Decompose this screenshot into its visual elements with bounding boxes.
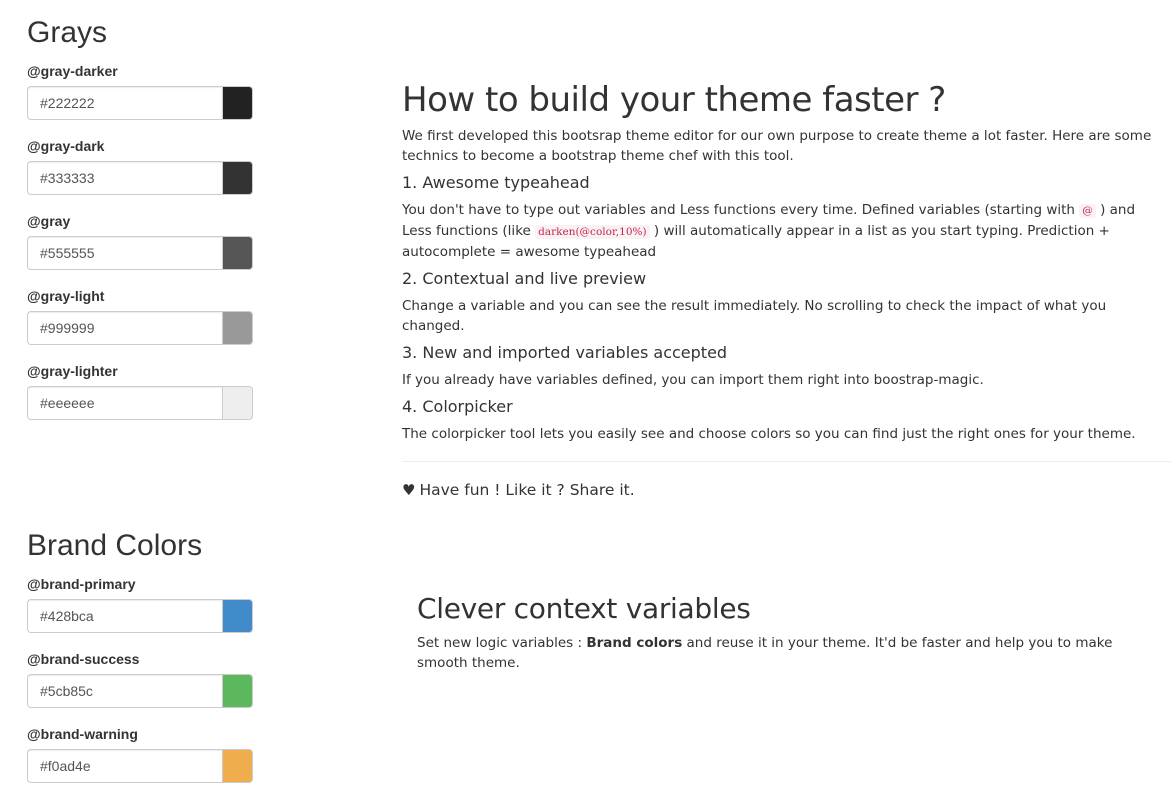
divider (402, 461, 1171, 462)
section-heading-colorpicker: 4. Colorpicker (402, 397, 513, 416)
color-swatch[interactable] (222, 311, 253, 345)
brand-colors-title: Brand Colors (27, 529, 203, 562)
var-label: @gray-darker (27, 63, 118, 79)
brand-success-input[interactable] (27, 674, 222, 708)
code-darken: darken(@color,10%) (535, 225, 650, 239)
howto-title: How to build your theme faster ? (402, 80, 946, 120)
section-text-import: If you already have variables defined, y… (402, 372, 984, 388)
section-text-preview: Change a variable and you can see the re… (402, 298, 1107, 334)
color-swatch[interactable] (222, 161, 253, 195)
brand-colors-strong: Brand colors (586, 635, 683, 651)
var-gray-light: @gray-light (27, 287, 253, 345)
var-label: @gray-lighter (27, 363, 118, 379)
have-fun-text: Have fun ! Like it ? Share it. (419, 481, 635, 499)
var-brand-warning: @brand-warning (27, 725, 253, 783)
gray-input[interactable] (27, 236, 222, 270)
howto-intro: We first developed this bootsrap theme e… (402, 128, 1152, 164)
text-fragment: You don't have to type out variables and… (402, 202, 1080, 218)
var-gray-lighter: @gray-lighter (27, 362, 253, 420)
var-gray-dark: @gray-dark (27, 137, 253, 195)
var-label: @gray-dark (27, 138, 105, 154)
var-gray-darker: @gray-darker (27, 62, 253, 120)
var-label: @brand-warning (27, 726, 138, 742)
grays-title: Grays (27, 16, 108, 49)
color-swatch[interactable] (222, 674, 253, 708)
color-swatch[interactable] (222, 749, 253, 783)
gray-lighter-input[interactable] (27, 386, 222, 420)
gray-dark-input[interactable] (27, 161, 222, 195)
color-swatch[interactable] (222, 236, 253, 270)
section-heading-typeahead: 1. Awesome typeahead (402, 173, 590, 192)
brand-warning-input[interactable] (27, 749, 222, 783)
color-swatch[interactable] (222, 86, 253, 120)
var-label: @gray-light (27, 288, 105, 304)
clever-title: Clever context variables (417, 592, 751, 625)
gray-darker-input[interactable] (27, 86, 222, 120)
text-fragment: Set new logic variables : (417, 635, 587, 651)
section-heading-import: 3. New and imported variables accepted (402, 343, 728, 362)
var-brand-success: @brand-success (27, 650, 253, 708)
gray-light-input[interactable] (27, 311, 222, 345)
have-fun-line: ♥ Have fun ! Like it ? Share it. (402, 481, 635, 499)
section-heading-preview: 2. Contextual and live preview (402, 269, 647, 288)
var-gray: @gray (27, 212, 253, 270)
brand-primary-input[interactable] (27, 599, 222, 633)
var-label: @brand-primary (27, 576, 136, 592)
color-swatch[interactable] (222, 599, 253, 633)
var-label: @brand-success (27, 651, 140, 667)
heart-icon: ♥ (402, 481, 416, 499)
color-swatch[interactable] (222, 386, 253, 420)
section-text-colorpicker: The colorpicker tool lets you easily see… (402, 426, 1136, 442)
code-at: @ (1079, 204, 1096, 218)
var-brand-primary: @brand-primary (27, 575, 253, 633)
clever-text: Set new logic variables : Brand colors a… (417, 633, 1157, 673)
var-label: @gray (27, 213, 71, 229)
clever-panel: Clever context variables Set new logic v… (417, 592, 1157, 673)
section-text-typeahead: You don't have to type out variables and… (402, 200, 1162, 262)
howto-panel: How to build your theme faster ? We firs… (402, 80, 1162, 450)
